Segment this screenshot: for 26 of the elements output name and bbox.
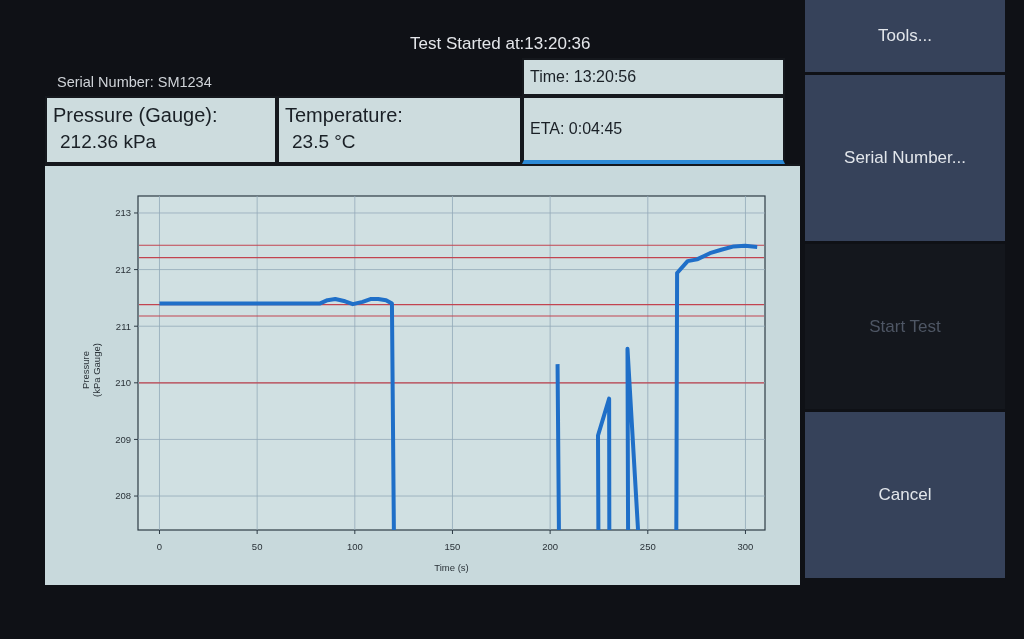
y-tick-label: 213: [115, 207, 131, 219]
x-tick-label: 50: [251, 541, 263, 552]
x-axis-title: Time (s): [434, 562, 469, 573]
readout-label: Temperature:: [285, 104, 403, 127]
status-text: ETA: 0:04:45: [530, 120, 623, 138]
test-start-time: Test Started at:13:20:36: [410, 34, 591, 54]
x-tick-label: 0: [156, 541, 163, 552]
tools-button[interactable]: Tools...: [805, 0, 1005, 72]
y-tick-label: 208: [115, 490, 131, 502]
readout-value: 23.5 °C: [292, 131, 356, 153]
x-tick-label: 250: [639, 541, 656, 552]
serial-number-button[interactable]: Serial Number...: [805, 75, 1005, 241]
x-tick-label: 200: [542, 541, 559, 552]
status-text: Time: 13:20:56: [530, 68, 637, 86]
x-tick-label: 150: [444, 541, 461, 552]
readout-label: Pressure (Gauge):: [53, 104, 218, 127]
cancel-button[interactable]: Cancel: [805, 412, 1005, 578]
y-tick-label: 212: [115, 263, 131, 275]
y-tick-label: 210: [115, 377, 131, 389]
x-tick-label: 100: [346, 541, 363, 552]
y-tick-label: 209: [115, 433, 131, 445]
y-tick-label: 211: [115, 320, 131, 332]
readout-value: 212.36 kPa: [60, 131, 157, 153]
serial-number-label: Serial Number: SM1234: [57, 74, 212, 90]
y-axis-title: Pressure (kPa Gauge): [80, 342, 102, 399]
x-tick-label: 300: [737, 541, 754, 552]
